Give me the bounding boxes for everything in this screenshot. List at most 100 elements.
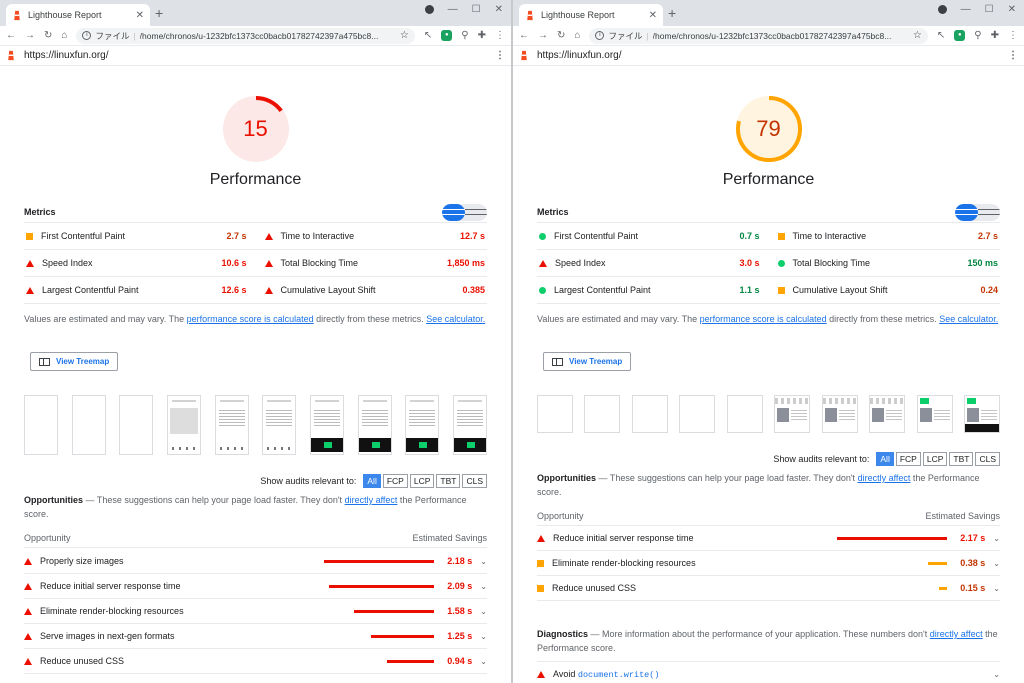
score-calculated-link[interactable]: performance score is calculated xyxy=(187,314,314,324)
diagnostics-directly-affect-link[interactable]: directly affect xyxy=(930,629,983,639)
chevron-down-icon[interactable]: ⌄ xyxy=(993,584,1000,593)
filter-lcp[interactable]: LCP xyxy=(922,452,948,466)
opportunity-name: Reduce initial server response time xyxy=(40,581,181,591)
filmstrip-frame xyxy=(631,395,668,433)
opportunity-item[interactable]: Reduce unused CSS 0.94 s ⌄ xyxy=(24,649,487,674)
search-extension-icon[interactable]: ⚲ xyxy=(974,30,981,41)
browser-menu-icon[interactable]: ⋮ xyxy=(495,30,505,41)
filter-tbt[interactable]: TBT xyxy=(436,474,461,488)
info-icon[interactable]: i xyxy=(82,31,92,40)
report-menu-icon[interactable]: ⋮ xyxy=(495,50,505,61)
reload-icon[interactable]: ↻ xyxy=(557,30,565,41)
toggle-expanded[interactable] xyxy=(977,204,1000,221)
tab-close-icon[interactable]: ✕ xyxy=(649,10,657,21)
opportunity-item[interactable]: Eliminate render-blocking resources 0.38 … xyxy=(537,551,1000,576)
chevron-down-icon[interactable]: ⌄ xyxy=(480,607,487,616)
puzzle-extensions-icon[interactable]: ✚ xyxy=(991,30,999,41)
diagnostics-list: Avoid document.write() ⌄ xyxy=(537,661,1000,683)
view-treemap-button[interactable]: View Treemap xyxy=(30,352,119,371)
minimize-icon[interactable]: — xyxy=(961,4,971,15)
forward-icon[interactable]: → xyxy=(25,30,35,41)
score-calculated-link[interactable]: performance score is calculated xyxy=(700,314,827,324)
filter-fcp[interactable]: FCP xyxy=(382,474,408,488)
chevron-down-icon[interactable]: ⌄ xyxy=(993,670,1000,679)
minimize-icon[interactable]: — xyxy=(448,4,458,15)
filter-all[interactable]: All xyxy=(876,452,894,466)
filter-lcp[interactable]: LCP xyxy=(409,474,435,488)
audit-filter: Show audits relevant to: All FCP LCP TBT… xyxy=(773,452,1000,466)
opportunity-savings: 2.17 s xyxy=(960,533,986,543)
record-icon[interactable] xyxy=(937,5,947,14)
toggle-compact[interactable] xyxy=(955,203,978,221)
see-calculator-link[interactable]: See calculator. xyxy=(426,314,485,324)
opportunity-item[interactable]: Reduce initial server response time 2.09 … xyxy=(24,574,487,599)
address-bar[interactable]: i ファイル | /home/chronos/u-1232bfc1373cc0b… xyxy=(589,27,928,44)
back-icon[interactable]: ← xyxy=(6,30,16,41)
opportunity-item[interactable]: Reduce initial server response time 2.17 … xyxy=(537,526,1000,551)
savings-bar xyxy=(371,634,435,638)
cursor-extension-icon[interactable]: ↖ xyxy=(937,30,945,41)
chevron-down-icon[interactable]: ⌄ xyxy=(993,534,1000,543)
opportunity-item[interactable]: Properly size images 2.18 s ⌄ xyxy=(24,549,487,574)
line-extension-icon[interactable]: ● xyxy=(441,30,453,41)
cursor-extension-icon[interactable]: ↖ xyxy=(424,30,432,41)
show-audits-label: Show audits relevant to: xyxy=(260,476,357,486)
toggle-compact[interactable] xyxy=(442,203,465,221)
report-menu-icon[interactable]: ⋮ xyxy=(1008,50,1018,61)
chevron-down-icon[interactable]: ⌄ xyxy=(993,559,1000,568)
see-calculator-link[interactable]: See calculator. xyxy=(939,314,998,324)
chevron-down-icon[interactable]: ⌄ xyxy=(480,582,487,591)
new-tab-button[interactable]: + xyxy=(668,5,676,21)
info-icon[interactable]: i xyxy=(595,31,605,40)
filter-fcp[interactable]: FCP xyxy=(895,452,921,466)
filmstrip xyxy=(24,395,487,455)
record-icon[interactable] xyxy=(424,5,434,14)
maximize-icon[interactable]: ☐ xyxy=(985,4,994,15)
fail-indicator-icon xyxy=(264,286,273,294)
tab-title: Lighthouse Report xyxy=(541,10,615,20)
new-tab-button[interactable]: + xyxy=(155,5,163,21)
opportunity-savings: 0.94 s xyxy=(447,656,473,666)
bookmark-star-icon[interactable]: ☆ xyxy=(913,30,922,41)
chevron-down-icon[interactable]: ⌄ xyxy=(480,657,487,666)
address-bar[interactable]: i ファイル | /home/chronos/u-1232bfc1373cc0b… xyxy=(76,27,415,44)
close-window-icon[interactable]: ✕ xyxy=(495,4,503,15)
filter-cls[interactable]: CLS xyxy=(462,474,487,488)
browser-menu-icon[interactable]: ⋮ xyxy=(1008,30,1018,41)
close-window-icon[interactable]: ✕ xyxy=(1008,4,1016,15)
home-icon[interactable]: ⌂ xyxy=(574,30,580,41)
directly-affect-link[interactable]: directly affect xyxy=(345,495,398,505)
forward-icon[interactable]: → xyxy=(538,30,548,41)
metric-name: Total Blocking Time xyxy=(792,258,871,268)
metrics-view-toggle[interactable] xyxy=(442,203,487,221)
diagnostics-title: Diagnostics xyxy=(537,629,589,639)
performance-score: 15 xyxy=(243,116,268,141)
fail-indicator-icon xyxy=(26,259,34,267)
savings-bar xyxy=(324,559,435,563)
view-treemap-button[interactable]: View Treemap xyxy=(543,352,632,371)
maximize-icon[interactable]: ☐ xyxy=(472,4,481,15)
bookmark-star-icon[interactable]: ☆ xyxy=(400,30,409,41)
search-extension-icon[interactable]: ⚲ xyxy=(461,30,468,41)
filter-all[interactable]: All xyxy=(363,474,381,488)
tab-close-icon[interactable]: ✕ xyxy=(136,10,144,21)
puzzle-extensions-icon[interactable]: ✚ xyxy=(478,30,486,41)
savings-bar xyxy=(939,586,948,590)
filter-cls[interactable]: CLS xyxy=(975,452,1000,466)
toggle-expanded[interactable] xyxy=(464,204,487,221)
line-extension-icon[interactable]: ● xyxy=(954,30,966,41)
opportunity-item[interactable]: Reduce unused CSS 0.15 s ⌄ xyxy=(537,576,1000,601)
directly-affect-link[interactable]: directly affect xyxy=(858,473,911,483)
tab-lighthouse-report[interactable]: Lighthouse Report ✕ xyxy=(6,4,150,26)
tab-lighthouse-report[interactable]: Lighthouse Report ✕ xyxy=(519,4,663,26)
chevron-down-icon[interactable]: ⌄ xyxy=(480,557,487,566)
filter-tbt[interactable]: TBT xyxy=(949,452,974,466)
opportunity-item[interactable]: Eliminate render-blocking resources 1.58 … xyxy=(24,599,487,624)
back-icon[interactable]: ← xyxy=(519,30,529,41)
chevron-down-icon[interactable]: ⌄ xyxy=(480,632,487,641)
diagnostic-item[interactable]: Avoid document.write() ⌄ xyxy=(537,662,1000,683)
opportunity-item[interactable]: Serve images in next-gen formats 1.25 s ⌄ xyxy=(24,624,487,649)
reload-icon[interactable]: ↻ xyxy=(44,30,52,41)
metrics-view-toggle[interactable] xyxy=(955,203,1000,221)
home-icon[interactable]: ⌂ xyxy=(61,30,67,41)
